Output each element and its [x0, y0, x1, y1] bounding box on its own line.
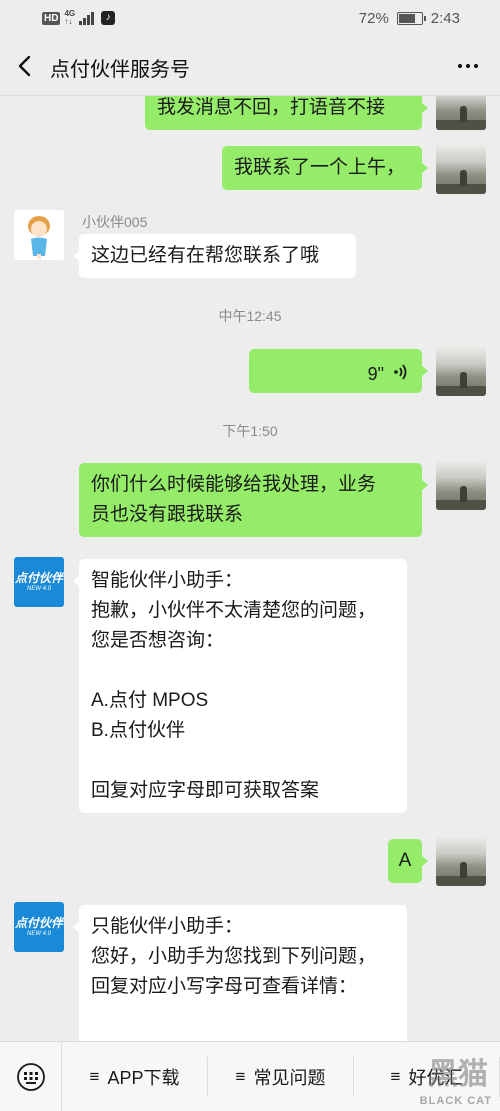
user-avatar[interactable]: [436, 144, 486, 194]
girl-avatar-icon: [28, 216, 50, 259]
message-line: 回复对应小写字母可查看详情：: [91, 976, 358, 997]
message-text: A: [398, 850, 412, 871]
message-line: 您是否想咨询：: [91, 630, 225, 651]
message-line: 员也没有跟我联系: [91, 504, 244, 525]
nav-bar: 点付伙伴服务号: [0, 36, 500, 96]
chevron-left-icon[interactable]: [14, 54, 38, 78]
message-line: 抱歉，小伙伴不太清楚您的问题，: [91, 600, 377, 621]
user-avatar[interactable]: [436, 836, 486, 886]
user-avatar[interactable]: [436, 96, 486, 130]
hd-badge: HD: [42, 11, 61, 25]
message-line: [91, 1002, 395, 1032]
logo-version: NEW 4.0: [26, 585, 51, 592]
status-right: 72% 2:43: [359, 10, 460, 27]
menu-icon: ≡: [390, 1066, 401, 1086]
message-bubble[interactable]: 我联系了一个上午，: [222, 146, 428, 190]
voice-wave-icon: [394, 364, 407, 380]
menu-item-label: 好优汇: [408, 1067, 463, 1088]
message-line: 您好，小助手为您找到下列问题，: [91, 946, 377, 967]
logo-version: NEW 4.0: [26, 930, 51, 937]
menu-item-app-download[interactable]: ≡ APP下载: [62, 1056, 208, 1097]
message-line: [91, 656, 395, 686]
logo-text: 点付伙伴: [14, 915, 63, 930]
message-text: 我发消息不回，打语音不接: [157, 97, 386, 118]
message-bubble[interactable]: 我发消息不回，打语音不接: [145, 96, 428, 130]
message-bubble[interactable]: 智能伙伴小助手： 抱歉，小伙伴不太清楚您的问题， 您是否想咨询： A.点付 MP…: [73, 559, 407, 813]
message-line: 智能伙伴小助手：: [91, 570, 244, 591]
message-line: A.点付 MPOS: [91, 690, 209, 711]
network-indicator: 4G ↑↓: [64, 10, 75, 26]
bottom-menu-bar: ≡ APP下载 ≡ 常见问题 ≡ 好优汇 黑猫 BLACK CAT: [0, 1041, 500, 1111]
page-title: 点付伙伴服务号: [50, 59, 190, 81]
user-avatar[interactable]: [436, 460, 486, 510]
message-bubble[interactable]: A: [388, 839, 428, 883]
bot-avatar[interactable]: 点付伙伴 NEW 4.0: [14, 902, 64, 952]
timestamp: 下午1:50: [222, 423, 278, 439]
menu-icon: ≡: [89, 1066, 100, 1086]
status-left: HD 4G ↑↓ ♪: [42, 10, 116, 26]
clock: 2:43: [430, 10, 460, 27]
menu-item-haoyouhui[interactable]: ≡ 好优汇: [354, 1056, 500, 1097]
timestamp: 中午12:45: [218, 308, 282, 324]
message-line: 你们什么时候能够给我处理，业务: [91, 474, 377, 495]
chat-area[interactable]: 我发消息不回，打语音不接 我联系了一个上午， 小伙伴005 这边已经有在帮您联系…: [0, 96, 500, 1041]
battery-icon: [396, 12, 426, 25]
status-bar: HD 4G ↑↓ ♪ 72% 2:43: [0, 0, 500, 36]
user-avatar[interactable]: [436, 346, 486, 396]
message-bubble[interactable]: 这边已经有在帮您联系了哦: [73, 234, 356, 278]
message-bubble[interactable]: 你们什么时候能够给我处理，业务 员也没有跟我联系: [79, 463, 428, 537]
voice-duration: 9": [367, 364, 384, 384]
more-dots-icon[interactable]: [458, 64, 478, 68]
message-text: 我联系了一个上午，: [234, 157, 406, 178]
battery-percent: 72%: [358, 10, 389, 27]
keyboard-glyph-icon: [16, 1062, 45, 1091]
tiktok-icon: ♪: [101, 11, 116, 25]
menu-item-faq[interactable]: ≡ 常见问题: [208, 1056, 354, 1097]
menu-item-label: APP下载: [107, 1067, 180, 1088]
signal-icon: [79, 11, 95, 25]
agent-avatar[interactable]: [14, 210, 64, 260]
logo-text: 点付伙伴: [14, 570, 63, 585]
keyboard-icon[interactable]: [0, 1041, 62, 1111]
sender-name: 小伙伴005: [82, 214, 148, 230]
voice-message-bubble[interactable]: 9": [249, 349, 428, 393]
bot-avatar[interactable]: 点付伙伴 NEW 4.0: [14, 557, 64, 607]
menu-icon: ≡: [235, 1066, 246, 1086]
message-line: 只能伙伴小助手：: [91, 916, 244, 937]
message-bubble[interactable]: 只能伙伴小助手： 您好，小助手为您找到下列问题， 回复对应小写字母可查看详情：: [73, 905, 407, 1041]
message-line: B.点付伙伴: [91, 720, 185, 741]
network-activity: ↑↓: [64, 17, 73, 26]
message-line: [91, 746, 395, 776]
watermark-en: BLACK CAT: [419, 1095, 492, 1107]
message-line: 回复对应字母即可获取答案: [91, 780, 320, 801]
message-text: 这边已经有在帮您联系了哦: [91, 245, 320, 266]
menu-item-label: 常见问题: [253, 1067, 326, 1088]
